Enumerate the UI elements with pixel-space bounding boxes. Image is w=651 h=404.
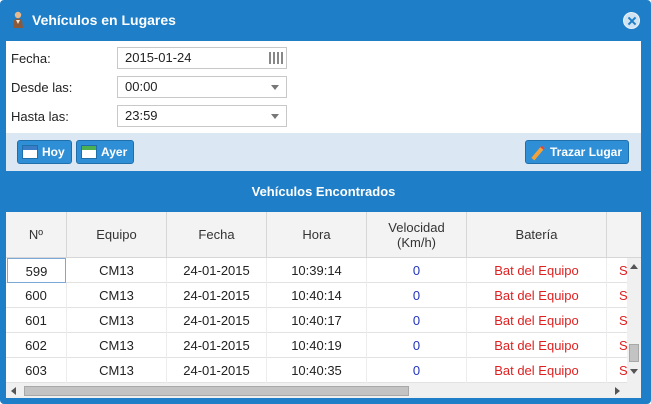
- fecha-label: Fecha:: [11, 51, 51, 66]
- column-header-velocidad[interactable]: Velocidad (Km/h): [367, 212, 467, 257]
- cell-extra: S: [619, 338, 627, 353]
- chevron-down-icon[interactable]: [271, 85, 279, 90]
- cell-bateria: Bat del Equipo: [467, 308, 607, 333]
- person-icon: [13, 11, 23, 28]
- table-row[interactable]: 603 CM13 24-01-2015 10:40:35 0 Bat del E…: [6, 358, 627, 383]
- hoy-label: Hoy: [42, 145, 65, 159]
- vertical-scrollbar[interactable]: [627, 258, 641, 383]
- desde-value: 00:00: [125, 79, 158, 94]
- horizontal-scrollbar[interactable]: [6, 383, 641, 398]
- scroll-left-icon[interactable]: [11, 387, 16, 395]
- hasta-select[interactable]: 23:59: [117, 105, 287, 127]
- vertical-scroll-thumb[interactable]: [629, 344, 639, 362]
- window-title: Vehículos en Lugares: [32, 12, 176, 28]
- table-row[interactable]: 601 CM13 24-01-2015 10:40:17 0 Bat del E…: [6, 308, 627, 333]
- cell-extra: S: [619, 313, 627, 328]
- cell-extra: S: [619, 288, 627, 303]
- hasta-label: Hasta las:: [11, 109, 69, 124]
- cell-hora: 10:40:14: [267, 283, 367, 308]
- column-header-hora[interactable]: Hora: [267, 212, 367, 257]
- cell-fecha: 24-01-2015: [167, 358, 267, 383]
- filter-form: Fecha: 2015-01-24 Desde las: 00:00 Hasta…: [6, 41, 641, 133]
- toolbar: Hoy Ayer Trazar Lugar: [6, 133, 641, 171]
- cell-hora: 10:40:19: [267, 333, 367, 358]
- cell-fecha: 24-01-2015: [167, 308, 267, 333]
- scroll-up-icon[interactable]: [630, 264, 638, 269]
- calendar-icon: [22, 145, 38, 159]
- grid-title: Vehículos Encontrados: [6, 171, 641, 212]
- calendar-icon: [81, 145, 97, 159]
- cell-extra: S: [619, 363, 627, 378]
- table-row[interactable]: 599 CM13 24-01-2015 10:39:14 0 Bat del E…: [6, 258, 627, 283]
- grid-body: 599 CM13 24-01-2015 10:39:14 0 Bat del E…: [6, 258, 627, 383]
- fecha-field[interactable]: 2015-01-24: [117, 47, 287, 69]
- dialog-window: Vehículos en Lugares Fecha: 2015-01-24 D…: [0, 0, 651, 404]
- trazar-lugar-button[interactable]: Trazar Lugar: [525, 140, 630, 164]
- cell-extra: S: [619, 263, 627, 278]
- column-header-fecha[interactable]: Fecha: [167, 212, 267, 257]
- scroll-down-icon[interactable]: [630, 369, 638, 374]
- cell-velocidad: 0: [367, 258, 467, 283]
- cell-equipo: CM13: [67, 283, 167, 308]
- cell-num: 600: [6, 283, 67, 308]
- column-header-row: Nº Equipo Fecha Hora Velocidad (Km/h) Ba…: [6, 212, 641, 258]
- column-header-num[interactable]: Nº: [6, 212, 67, 257]
- cell-hora: 10:40:35: [267, 358, 367, 383]
- desde-label: Desde las:: [11, 80, 73, 95]
- cell-equipo: CM13: [67, 308, 167, 333]
- hoy-button[interactable]: Hoy: [17, 140, 72, 164]
- scroll-right-icon[interactable]: [615, 387, 620, 395]
- cell-num: 602: [6, 333, 67, 358]
- cell-bateria: Bat del Equipo: [467, 258, 607, 283]
- cell-velocidad: 0: [367, 308, 467, 333]
- cell-equipo: CM13: [67, 333, 167, 358]
- column-header-equipo[interactable]: Equipo: [67, 212, 167, 257]
- desde-select[interactable]: 00:00: [117, 76, 287, 98]
- pencil-icon: [530, 145, 546, 159]
- ayer-button[interactable]: Ayer: [76, 140, 135, 164]
- cell-velocidad: 0: [367, 283, 467, 308]
- cell-fecha: 24-01-2015: [167, 283, 267, 308]
- cell-hora: 10:39:14: [267, 258, 367, 283]
- cell-equipo: CM13: [67, 258, 167, 283]
- dialog-content: Fecha: 2015-01-24 Desde las: 00:00 Hasta…: [6, 41, 641, 398]
- column-header-bateria[interactable]: Batería: [467, 212, 607, 257]
- cell-num: 603: [6, 358, 67, 383]
- cell-velocidad: 0: [367, 333, 467, 358]
- chevron-down-icon[interactable]: [271, 114, 279, 119]
- hasta-value: 23:59: [125, 108, 158, 123]
- cell-velocidad: 0: [367, 358, 467, 383]
- ayer-label: Ayer: [101, 145, 128, 159]
- cell-fecha: 24-01-2015: [167, 258, 267, 283]
- fecha-value: 2015-01-24: [125, 50, 192, 65]
- cell-hora: 10:40:17: [267, 308, 367, 333]
- cell-equipo: CM13: [67, 358, 167, 383]
- close-icon[interactable]: [623, 12, 640, 29]
- title-bar[interactable]: Vehículos en Lugares: [0, 0, 651, 38]
- table-row[interactable]: 602 CM13 24-01-2015 10:40:19 0 Bat del E…: [6, 333, 627, 358]
- cell-bateria: Bat del Equipo: [467, 358, 607, 383]
- cell-fecha: 24-01-2015: [167, 333, 267, 358]
- cell-bateria: Bat del Equipo: [467, 333, 607, 358]
- cell-num: 599: [7, 258, 66, 283]
- column-header-extra[interactable]: [607, 212, 641, 257]
- cell-bateria: Bat del Equipo: [467, 283, 607, 308]
- table-row[interactable]: 600 CM13 24-01-2015 10:40:14 0 Bat del E…: [6, 283, 627, 308]
- cell-num: 601: [6, 308, 67, 333]
- trazar-label: Trazar Lugar: [550, 145, 623, 159]
- horizontal-scroll-thumb[interactable]: [24, 386, 409, 396]
- calendar-icon[interactable]: [269, 52, 283, 64]
